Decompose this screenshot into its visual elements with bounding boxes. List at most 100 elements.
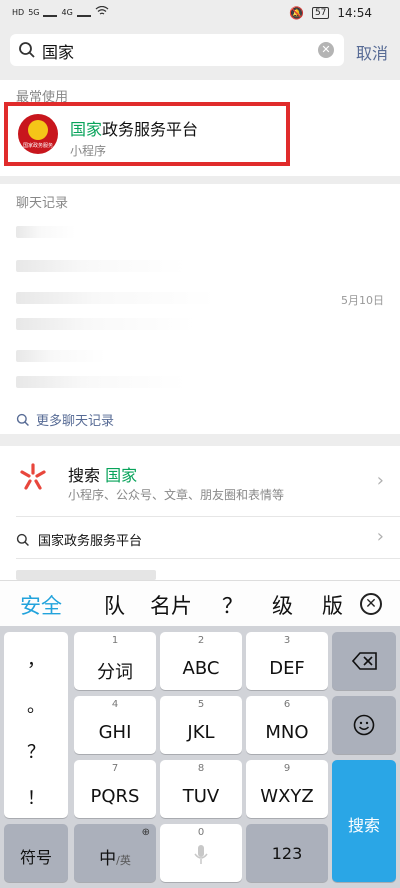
punctuation-key[interactable]: ， (4, 646, 68, 672)
key-number: 9 (283, 763, 291, 774)
app-name-highlight: 国家 (70, 120, 103, 139)
key-label: DEF (269, 658, 305, 679)
candidate-word[interactable]: 级 (272, 590, 293, 620)
key-5[interactable]: 5 JKL (160, 696, 242, 754)
chat-date: 5月10日 (341, 294, 384, 307)
globe-icon: ⊕ (141, 827, 150, 838)
wifi-icon (95, 5, 109, 18)
candidate-word[interactable]: 名片 (150, 590, 192, 620)
language-switch-key[interactable]: ⊕ 中/英 (74, 824, 156, 882)
ime-candidate-bar: 安全 队 名片 ？ 级 版 ✕ (0, 580, 400, 626)
numeric-key-label: 123 (271, 844, 303, 863)
status-bar: HD 5G 4G 🔕 57 14:54 (0, 0, 400, 28)
backspace-button[interactable] (332, 632, 396, 690)
key-number: 0 (197, 827, 205, 838)
divider (16, 516, 400, 517)
blurred-chat-row[interactable] (16, 350, 106, 362)
numeric-key[interactable]: 123 (246, 824, 328, 882)
key-label: 分词 (97, 662, 133, 683)
close-candidates-icon[interactable]: ✕ (360, 593, 382, 615)
suggestion-row[interactable]: 国家政务服务平台 (16, 530, 142, 549)
search-icon (16, 413, 29, 426)
key-number: 7 (111, 763, 119, 774)
emoji-icon (353, 714, 375, 736)
punctuation-key[interactable]: 。 (4, 692, 68, 718)
more-chat-label: 更多聊天记录 (36, 414, 115, 429)
key-label: GHI (98, 722, 132, 743)
divider (16, 558, 400, 559)
signal-icon (43, 7, 58, 17)
key-label: ABC (182, 658, 220, 679)
language-primary: 中 (99, 849, 117, 869)
search-network-title: 搜索 国家 (68, 462, 137, 486)
key-number: 6 (283, 699, 291, 710)
clear-icon[interactable]: ✕ (318, 42, 334, 58)
candidate-word[interactable]: ？ (222, 590, 243, 620)
search-input[interactable]: 国家 ✕ (10, 34, 344, 66)
microphone-icon (194, 845, 208, 864)
key-label: WXYZ (260, 786, 314, 807)
search-keyword: 国家 (105, 466, 138, 485)
candidate-word[interactable]: 版 (322, 590, 343, 620)
search-key[interactable]: 搜索 (332, 760, 396, 882)
key-number: 3 (283, 635, 291, 646)
app-type: 小程序 (70, 144, 107, 158)
chat-records-section: 聊天记录 5月10日 更多聊天记录 (0, 184, 400, 434)
key-7[interactable]: 7 PQRS (74, 760, 156, 818)
battery-icon: 57 (311, 7, 330, 19)
cancel-button[interactable]: 取消 (356, 40, 388, 64)
key-1[interactable]: 1 分词 (74, 632, 156, 690)
partial-suggestion-row[interactable] (16, 570, 156, 580)
signal-5g-tag: 5G (28, 7, 40, 17)
language-secondary: /英 (116, 854, 131, 867)
blurred-chat-row[interactable] (16, 226, 76, 238)
candidate-word[interactable]: 安全 (20, 590, 62, 620)
backspace-icon (352, 652, 377, 670)
key-2[interactable]: 2 ABC (160, 632, 242, 690)
key-number: 1 (111, 635, 119, 646)
chat-records-title: 聊天记录 (16, 196, 69, 211)
punctuation-key[interactable]: ！ (4, 784, 68, 810)
chevron-right-icon: › (376, 470, 384, 491)
blurred-chat-row[interactable] (16, 292, 216, 304)
signal-4g-tag: 4G (61, 7, 73, 17)
emblem-logo: 国家政务服务 (18, 114, 58, 154)
key-8[interactable]: 8 TUV (160, 760, 242, 818)
symbol-key-label: 符号 (19, 848, 52, 867)
app-name-rest: 政务服务平台 (102, 120, 199, 139)
status-right: 🔕 57 14:54 (289, 6, 372, 20)
emoji-button[interactable] (332, 696, 396, 754)
more-chat-records-link[interactable]: 更多聊天记录 (16, 410, 114, 429)
language-label: 中/英 (74, 844, 156, 869)
key-label: JKL (187, 722, 215, 743)
punctuation-key[interactable]: ？ (4, 738, 68, 764)
key-label: PQRS (90, 786, 140, 807)
key-9[interactable]: 9 WXYZ (246, 760, 328, 818)
blurred-chat-row[interactable] (16, 318, 196, 330)
search-icon (16, 533, 29, 546)
signal-icon (76, 7, 91, 17)
blurred-chat-row[interactable] (16, 376, 186, 388)
clock: 14:54 (337, 6, 372, 20)
mini-program-result[interactable]: 国家政务服务 国家政务服务平台 小程序 (4, 102, 290, 166)
search-prefix: 搜索 (68, 466, 101, 485)
app-name: 国家政务服务平台 (70, 116, 198, 140)
symbol-key[interactable]: 符号 (4, 824, 68, 882)
blurred-chat-row[interactable] (16, 260, 186, 272)
candidate-word[interactable]: 队 (104, 590, 125, 620)
mute-icon: 🔕 (289, 6, 304, 20)
key-4[interactable]: 4 GHI (74, 696, 156, 754)
search-header: 国家 ✕ 取消 (0, 28, 400, 72)
hd-tag: HD (12, 7, 25, 17)
key-number: 5 (197, 699, 205, 710)
punctuation-column: ， 。 ？ ！ (4, 632, 68, 818)
logo-caption: 国家政务服务 (22, 143, 53, 149)
search-query[interactable]: 国家 (42, 39, 74, 63)
space-key[interactable]: 0 (160, 824, 242, 882)
key-number: 4 (111, 699, 119, 710)
suggestion-label: 国家政务服务平台 (38, 534, 143, 549)
sou-yi-sou-icon (20, 463, 46, 490)
key-3[interactable]: 3 DEF (246, 632, 328, 690)
key-6[interactable]: 6 MNO (246, 696, 328, 754)
search-key-label: 搜索 (347, 816, 380, 835)
